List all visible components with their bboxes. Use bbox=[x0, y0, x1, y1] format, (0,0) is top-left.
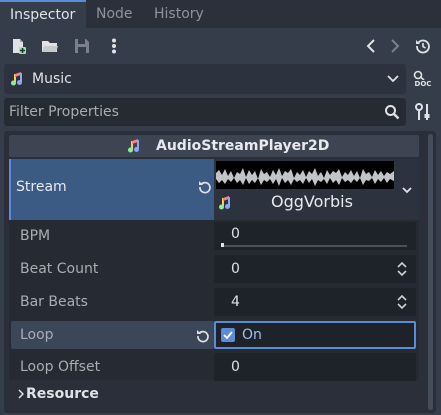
loop-value: On bbox=[242, 327, 262, 343]
inspector-header: AudioStreamPlayer2D bbox=[9, 135, 419, 157]
search-icon bbox=[384, 104, 400, 120]
audio-player-icon bbox=[127, 138, 143, 154]
doc-label: DOC bbox=[414, 80, 432, 88]
new-resource-icon[interactable] bbox=[9, 37, 27, 55]
history-icon[interactable] bbox=[414, 37, 432, 55]
forward-icon[interactable] bbox=[388, 38, 402, 54]
waveform-preview bbox=[216, 161, 394, 189]
bpm-slider-grabber[interactable] bbox=[221, 243, 224, 247]
more-options-icon[interactable] bbox=[106, 37, 122, 55]
bpm-slider[interactable]: 0 bbox=[214, 222, 416, 250]
resource-label: Music bbox=[32, 71, 72, 87]
chevron-right-icon bbox=[16, 389, 26, 399]
loop-label: Loop bbox=[20, 327, 54, 343]
inspector-title: AudioStreamPlayer2D bbox=[156, 138, 330, 154]
revert-icon[interactable] bbox=[195, 328, 211, 344]
bar-beats-spinbox[interactable]: 4 bbox=[214, 288, 416, 316]
stream-resource-type: OggVorbis bbox=[271, 192, 353, 211]
bar-beats-label: Bar Beats bbox=[20, 294, 88, 310]
loop-offset-field[interactable]: 0 bbox=[214, 353, 416, 381]
scrollbar[interactable] bbox=[428, 134, 433, 410]
chevron-down-icon[interactable] bbox=[386, 72, 400, 86]
ogg-vorbis-icon bbox=[218, 195, 234, 211]
open-folder-icon[interactable] bbox=[40, 37, 60, 55]
beat-count-value: 0 bbox=[231, 261, 240, 277]
tab-node[interactable]: Node bbox=[96, 0, 146, 28]
save-icon[interactable] bbox=[73, 37, 91, 55]
inspector-toolbar bbox=[0, 28, 441, 64]
chevron-down-icon[interactable] bbox=[400, 183, 414, 197]
bar-beats-value: 4 bbox=[231, 294, 240, 310]
beat-count-spinbox[interactable]: 0 bbox=[214, 255, 416, 283]
bpm-label: BPM bbox=[20, 228, 51, 244]
revert-icon[interactable] bbox=[197, 179, 213, 195]
loop-row[interactable]: Loop bbox=[11, 321, 214, 349]
tools-icon[interactable] bbox=[414, 102, 432, 122]
bpm-value: 0 bbox=[231, 226, 240, 242]
stream-label: Stream bbox=[16, 179, 67, 195]
stream-row[interactable]: Stream bbox=[9, 159, 214, 220]
resource-section-label: Resource bbox=[26, 386, 99, 402]
audio-icon bbox=[10, 71, 26, 87]
spin-arrows-icon[interactable] bbox=[396, 261, 408, 277]
loop-checkbox[interactable]: On bbox=[214, 321, 416, 349]
resource-selector[interactable]: Music bbox=[4, 64, 406, 94]
filter-properties-input[interactable] bbox=[9, 98, 369, 126]
stream-resource-picker[interactable]: OggVorbis bbox=[214, 159, 419, 220]
tab-inspector[interactable]: Inspector bbox=[0, 0, 86, 28]
filter-bar bbox=[4, 98, 406, 126]
doc-icon[interactable]: DOC bbox=[412, 68, 434, 90]
back-icon[interactable] bbox=[364, 38, 378, 54]
tab-bar: Inspector Node History bbox=[0, 0, 441, 28]
bpm-slider-track bbox=[221, 245, 407, 247]
tab-history[interactable]: History bbox=[154, 0, 214, 28]
resource-section-header[interactable]: Resource bbox=[9, 382, 419, 406]
spin-arrows-icon[interactable] bbox=[396, 294, 408, 310]
checkbox-checked-icon bbox=[221, 328, 235, 342]
loop-offset-label: Loop Offset bbox=[20, 359, 101, 375]
loop-offset-value: 0 bbox=[231, 359, 240, 375]
beat-count-label: Beat Count bbox=[20, 261, 99, 277]
